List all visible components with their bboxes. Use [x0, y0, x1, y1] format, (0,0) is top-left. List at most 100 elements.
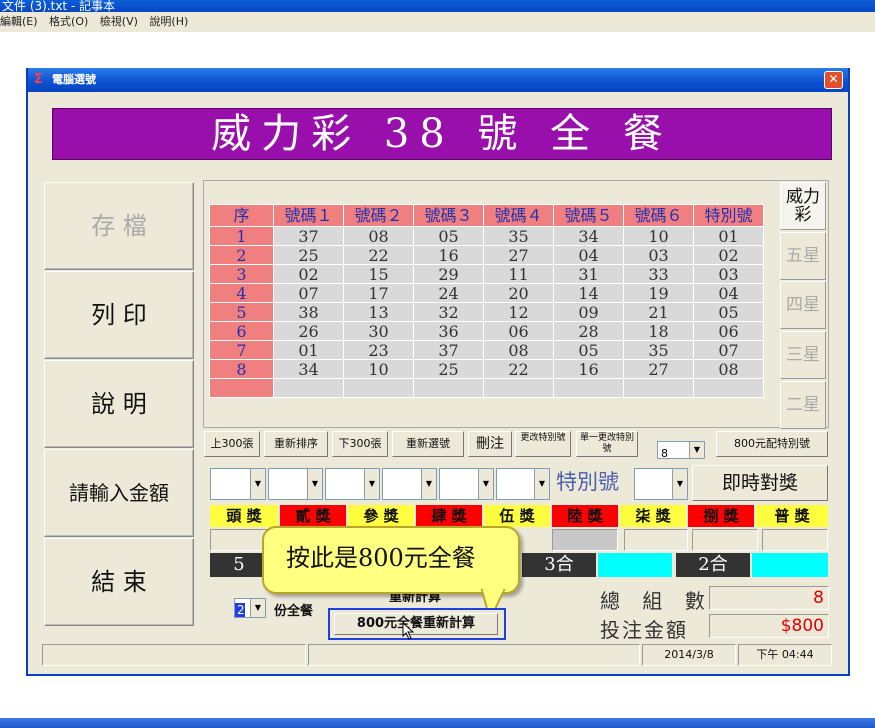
prize-count-cell: [552, 529, 618, 551]
save-button[interactable]: 存 檔: [44, 182, 194, 270]
tab-four-star[interactable]: 四星: [780, 281, 826, 329]
number-cell: 04: [553, 245, 624, 265]
delete-button[interactable]: 刪注: [468, 431, 512, 457]
close-button[interactable]: ✕: [824, 71, 843, 89]
status-bar: 2014/3/8 下午 04:44: [42, 644, 834, 666]
tab-three-star[interactable]: 三星: [780, 331, 826, 379]
dialog-title: 電腦選號: [52, 73, 96, 86]
enter-amount-button[interactable]: 請輸入金額: [44, 449, 194, 537]
exit-button[interactable]: 結 束: [44, 538, 194, 626]
table-row[interactable]: [209, 378, 764, 398]
portion-select-value: 2: [235, 603, 245, 617]
number-cell: 05: [693, 302, 764, 322]
dialog-title-bar: Σ 電腦選號 ✕: [28, 68, 848, 92]
number-cell: [693, 378, 764, 398]
number-cell: 30: [343, 321, 414, 341]
number-cell: 26: [273, 321, 344, 341]
menu-help[interactable]: 說明(H): [149, 15, 188, 28]
number-cell: 37: [413, 340, 484, 360]
recalc-800-button[interactable]: 800元全餐重新計算: [334, 613, 498, 635]
number-cell: 28: [553, 321, 624, 341]
number-cell: 38: [273, 302, 344, 322]
check-number-select-4[interactable]: ▼: [382, 468, 437, 500]
hit-2-value: [752, 553, 828, 577]
table-row[interactable]: 5 38 13 32 12 09 21 05: [209, 302, 764, 322]
table-row[interactable]: 3 02 15 29 11 31 33 03: [209, 264, 764, 284]
number-cell: 36: [413, 321, 484, 341]
portion-select[interactable]: 2 ▼: [234, 598, 266, 618]
chevron-down-icon[interactable]: ▼: [250, 469, 265, 499]
number-cell: [483, 378, 554, 398]
number-cell: 01: [273, 340, 344, 360]
status-date: 2014/3/8: [642, 644, 736, 666]
menu-format[interactable]: 格式(O): [49, 15, 88, 28]
notepad-title-bar: 文件 (3).txt - 記事本: [0, 0, 875, 12]
help-button[interactable]: 說 明: [44, 360, 194, 448]
chevron-down-icon[interactable]: ▼: [478, 469, 493, 499]
prev-300-button[interactable]: 上300張: [204, 431, 260, 457]
number-cell: [343, 378, 414, 398]
tab-two-star[interactable]: 二星: [780, 381, 826, 429]
menu-edit[interactable]: 編輯(E): [0, 15, 38, 28]
menu-view[interactable]: 檢視(V): [100, 15, 138, 28]
table-row[interactable]: 7 01 23 37 08 05 35 07: [209, 340, 764, 360]
chevron-down-icon[interactable]: ▼: [421, 469, 436, 499]
row-index-cell: 8: [209, 359, 274, 379]
notepad-menu-bar: 編輯(E) 格式(O) 檢視(V) 說明(H): [0, 12, 875, 32]
number-cell: [413, 378, 484, 398]
check-number-select-2[interactable]: ▼: [268, 468, 323, 500]
next-300-button[interactable]: 下300張: [332, 431, 388, 457]
chevron-down-icon[interactable]: ▼: [307, 469, 322, 499]
check-number-select-6[interactable]: ▼: [496, 468, 550, 500]
number-cell: 18: [623, 321, 694, 341]
resort-button[interactable]: 重新排序: [264, 431, 328, 457]
tab-five-star[interactable]: 五星: [780, 232, 826, 280]
hit-5-label: 5: [210, 553, 268, 577]
number-cell: 09: [553, 302, 624, 322]
count-select[interactable]: 8 ▼: [657, 441, 705, 460]
table-row[interactable]: 4 07 17 24 20 14 19 04: [209, 283, 764, 303]
chevron-down-icon[interactable]: ▼: [250, 599, 265, 617]
prize-general: 普 獎: [756, 505, 828, 527]
number-cell: 10: [623, 226, 694, 246]
number-cell: 08: [343, 226, 414, 246]
prize-count-cell: [624, 529, 688, 551]
table-row[interactable]: 6 26 30 36 06 28 18 06: [209, 321, 764, 341]
change-single-special-button[interactable]: 單一更改特別號: [576, 431, 638, 457]
special-number-select[interactable]: ▼: [634, 468, 688, 500]
chevron-down-icon[interactable]: ▼: [672, 469, 687, 499]
number-cell: [273, 378, 344, 398]
number-cell: [553, 378, 624, 398]
check-number-select-5[interactable]: ▼: [439, 468, 494, 500]
table-row[interactable]: 2 25 22 16 27 04 03 02: [209, 245, 764, 265]
chevron-down-icon[interactable]: ▼: [689, 442, 704, 458]
number-cell: 32: [413, 302, 484, 322]
number-grid: 序 號碼１ 號碼２ 號碼３ 號碼４ 號碼５ 號碼６ 特別號 1 37 08 05 35 3…: [209, 204, 767, 398]
prize-count-cell: [692, 529, 758, 551]
check-number-select-1[interactable]: ▼: [210, 468, 266, 500]
print-button[interactable]: 列 印: [44, 271, 194, 359]
row-index-cell: 1: [209, 226, 274, 246]
number-cell: 05: [553, 340, 624, 360]
change-special-button[interactable]: 更改特別號: [515, 431, 571, 457]
row-index-cell: 2: [209, 245, 274, 265]
check-number-select-3[interactable]: ▼: [325, 468, 380, 500]
row-index-cell: 5: [209, 302, 274, 322]
prize-4th: 肆 獎: [416, 505, 482, 527]
status-cell: [308, 644, 640, 666]
number-cell: 29: [413, 264, 484, 284]
chevron-down-icon[interactable]: ▼: [534, 469, 549, 499]
tab-powerball[interactable]: 威力彩: [780, 182, 826, 230]
special-800-button[interactable]: 800元配特別號: [716, 431, 828, 457]
table-row[interactable]: 8 34 10 25 22 16 27 08: [209, 359, 764, 379]
instant-check-button[interactable]: 即時對獎: [692, 465, 828, 501]
chevron-down-icon[interactable]: ▼: [364, 469, 379, 499]
status-cell: [42, 644, 306, 666]
prize-2nd: 貳 獎: [280, 505, 346, 527]
number-cell: 15: [343, 264, 414, 284]
special-number-label: 特別號: [556, 470, 619, 494]
number-cell: 08: [483, 340, 554, 360]
table-row[interactable]: 1 37 08 05 35 34 10 01: [209, 226, 764, 246]
reselect-button[interactable]: 重新選號: [392, 431, 464, 457]
number-cell: 34: [273, 359, 344, 379]
